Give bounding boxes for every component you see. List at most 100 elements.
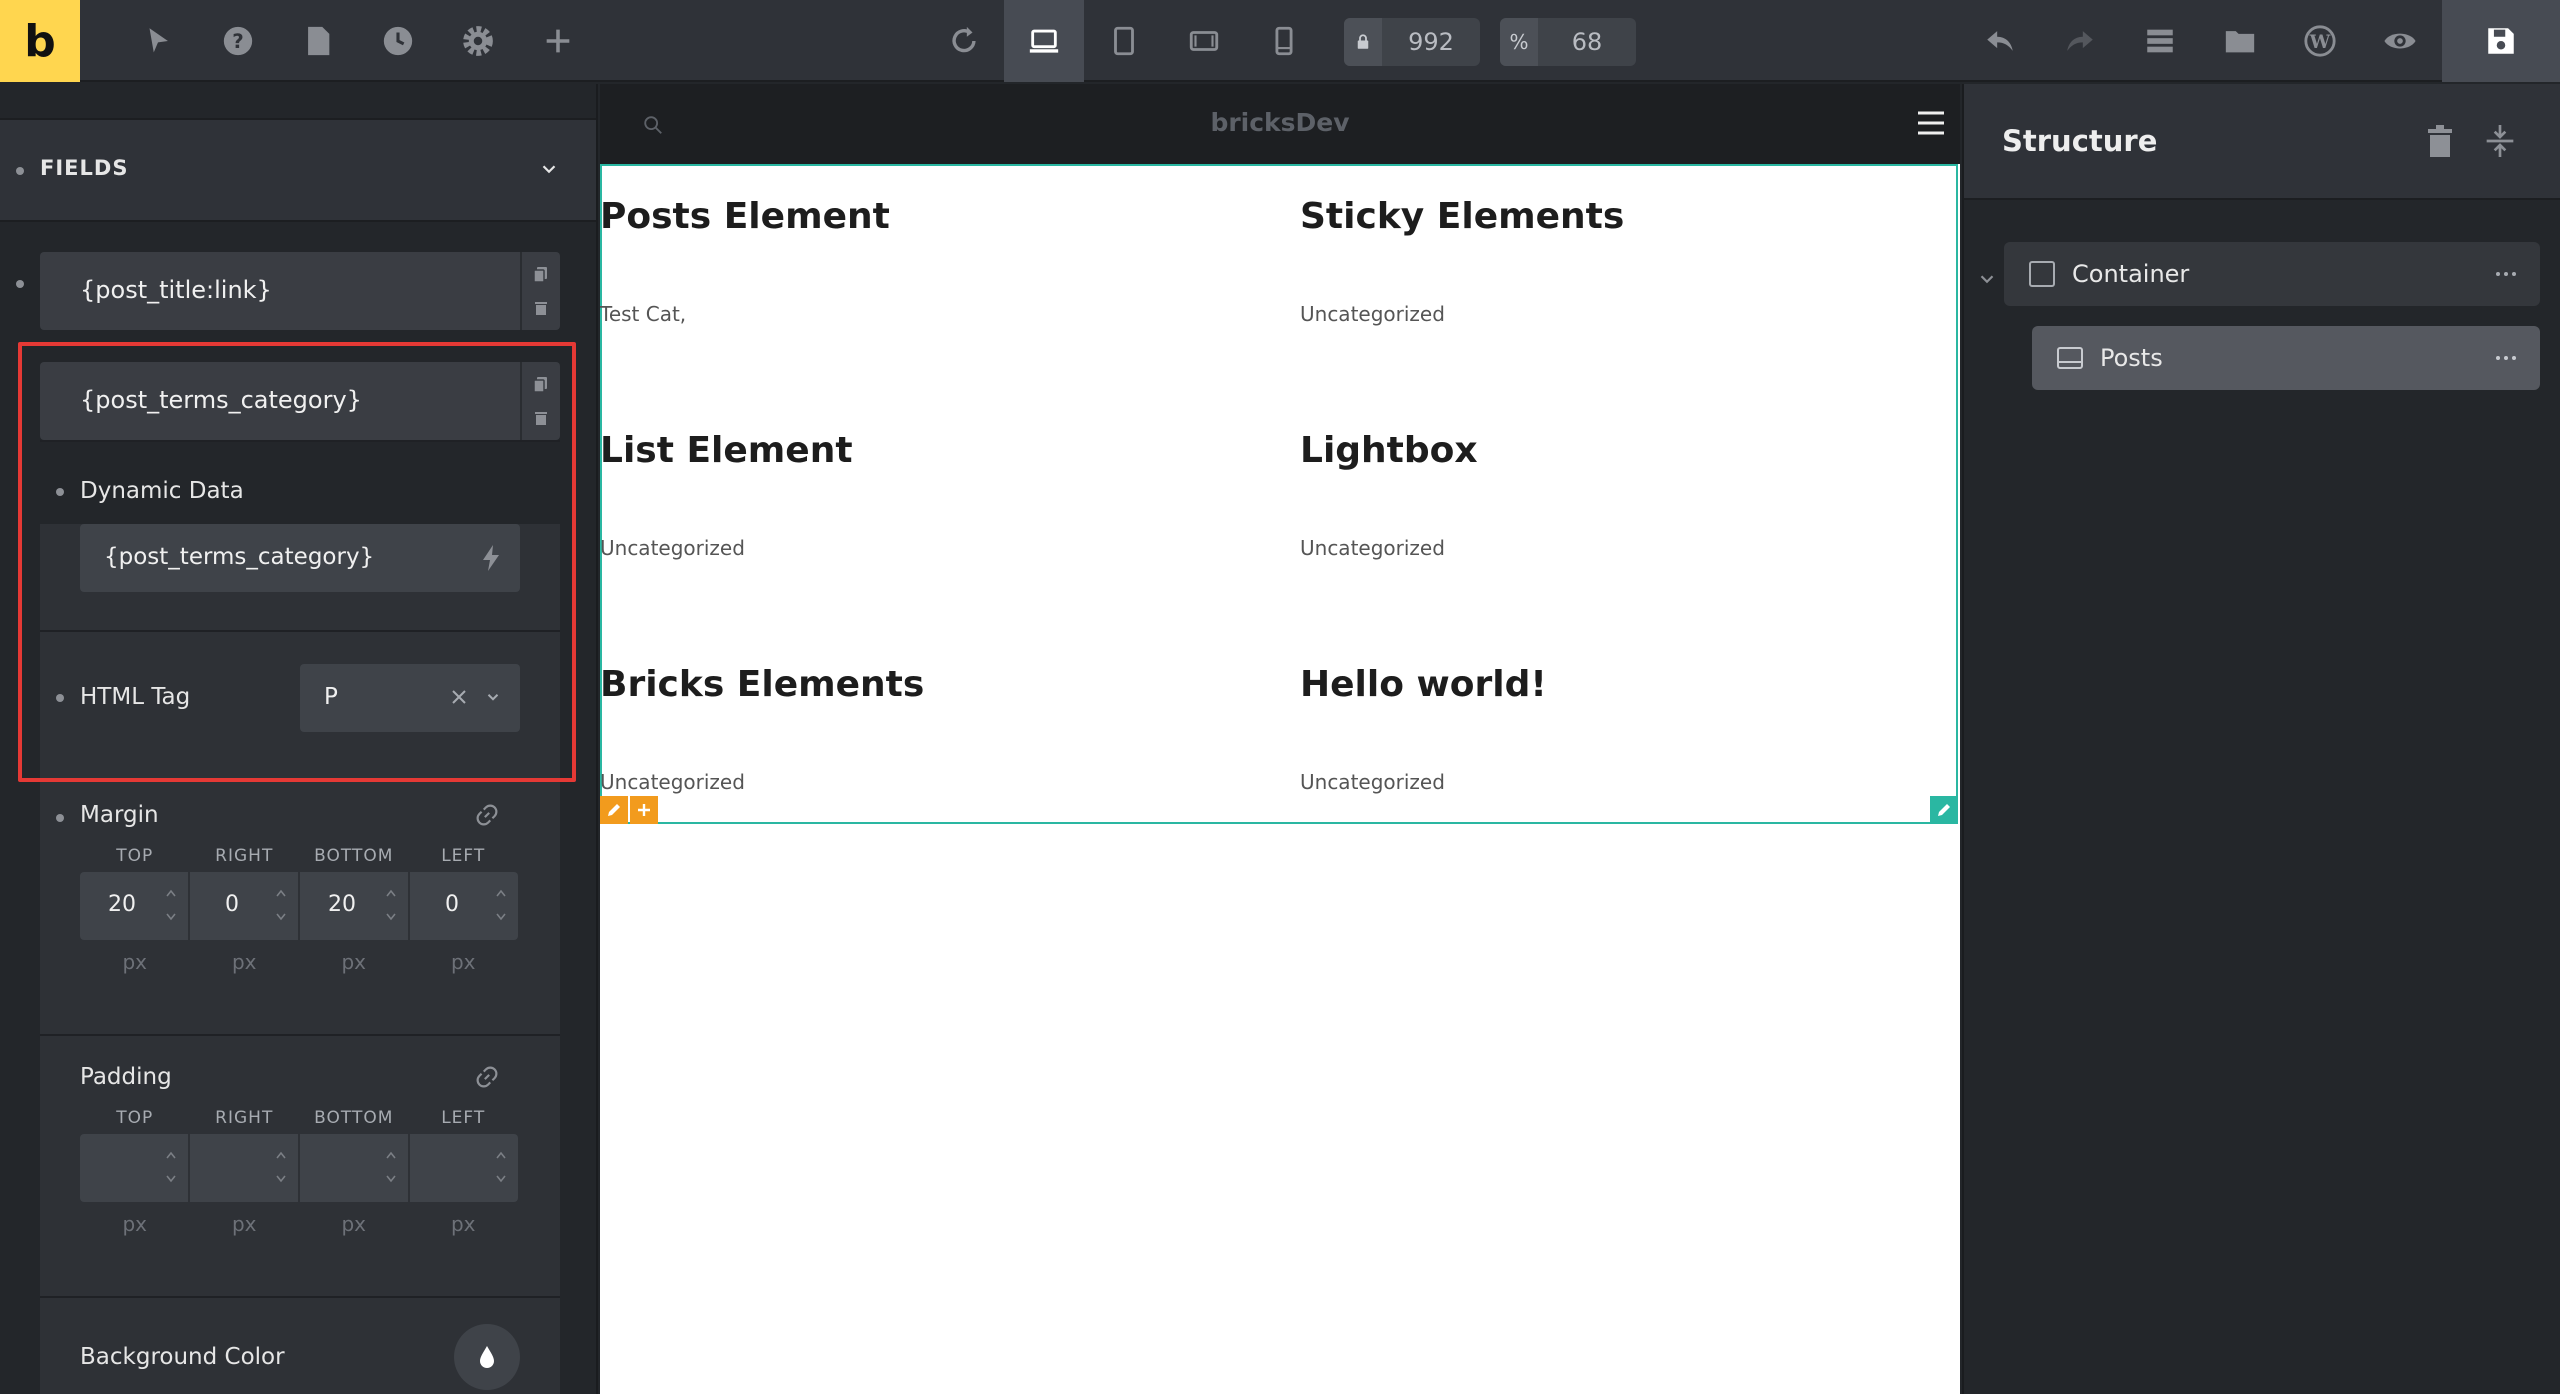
margin-right-input[interactable]: 0 bbox=[190, 872, 300, 940]
structure-header: Structure bbox=[1964, 84, 2560, 200]
color-picker-button[interactable] bbox=[454, 1324, 520, 1390]
builder-canvas[interactable]: bricksDev Posts Element Test Cat, Sticky… bbox=[600, 84, 1960, 1394]
bricks-logo[interactable]: b bbox=[0, 0, 80, 82]
padding-side-label: RIGHT bbox=[215, 1108, 274, 1128]
stepper-icon[interactable] bbox=[384, 1146, 398, 1188]
mobile-icon[interactable] bbox=[1244, 0, 1324, 82]
svg-text:?: ? bbox=[232, 30, 244, 53]
padding-left-input[interactable] bbox=[410, 1134, 518, 1202]
site-header: bricksDev bbox=[600, 84, 1960, 164]
settings-icon[interactable] bbox=[438, 0, 518, 82]
save-icon[interactable] bbox=[2442, 0, 2560, 82]
add-icon[interactable] bbox=[630, 796, 658, 824]
post-category[interactable]: Test Cat, bbox=[600, 302, 686, 326]
link-icon[interactable] bbox=[474, 802, 500, 828]
preview-icon[interactable] bbox=[2360, 0, 2440, 82]
unit-label[interactable]: px bbox=[190, 1212, 300, 1236]
unit-label[interactable]: px bbox=[80, 950, 190, 974]
pointer-icon[interactable] bbox=[118, 0, 198, 82]
post-category[interactable]: Uncategorized bbox=[600, 536, 745, 560]
canvas-width-value[interactable]: 992 bbox=[1382, 28, 1480, 56]
margin-label: Margin bbox=[80, 802, 159, 828]
trash-icon[interactable] bbox=[2426, 124, 2454, 158]
more-icon[interactable] bbox=[2494, 346, 2518, 370]
padding-right-input[interactable] bbox=[190, 1134, 300, 1202]
zoom-field[interactable]: % 68 bbox=[1500, 18, 1636, 66]
post-title[interactable]: Sticky Elements bbox=[1300, 196, 1624, 237]
link-icon[interactable] bbox=[474, 1064, 500, 1090]
post-title[interactable]: Hello world! bbox=[1300, 664, 1547, 705]
structure-node-label: Posts bbox=[2100, 344, 2163, 372]
copy-icon[interactable] bbox=[533, 266, 549, 284]
collapse-icon[interactable] bbox=[2484, 122, 2516, 160]
page-icon[interactable] bbox=[278, 0, 358, 82]
margin-left-input[interactable]: 0 bbox=[410, 872, 518, 940]
stepper-icon[interactable] bbox=[494, 1146, 508, 1188]
stepper-icon[interactable] bbox=[274, 884, 288, 926]
bullet bbox=[56, 814, 64, 822]
stepper-icon[interactable] bbox=[494, 884, 508, 926]
menu-icon[interactable] bbox=[1916, 110, 1946, 136]
undo-icon[interactable] bbox=[1960, 0, 2040, 82]
post-category[interactable]: Uncategorized bbox=[600, 770, 745, 794]
fields-section-header[interactable]: FIELDS bbox=[0, 118, 596, 222]
redo-icon[interactable] bbox=[2040, 0, 2120, 82]
unit-label[interactable]: px bbox=[299, 1212, 409, 1236]
padding-side-label: TOP bbox=[116, 1108, 154, 1128]
unit-label[interactable]: px bbox=[299, 950, 409, 974]
field-item-actions bbox=[520, 252, 560, 330]
post-category[interactable]: Uncategorized bbox=[1300, 770, 1445, 794]
post-title[interactable]: List Element bbox=[600, 430, 853, 471]
stepper-icon[interactable] bbox=[164, 1146, 178, 1188]
post-title[interactable]: Bricks Elements bbox=[600, 664, 924, 705]
edit-icon[interactable] bbox=[600, 796, 628, 824]
padding-side-label: BOTTOM bbox=[314, 1108, 394, 1128]
stepper-icon[interactable] bbox=[274, 1146, 288, 1188]
tablet-portrait-icon[interactable] bbox=[1084, 0, 1164, 82]
margin-side-label: LEFT bbox=[441, 846, 486, 866]
margin-top-input[interactable]: 20 bbox=[80, 872, 190, 940]
desktop-icon[interactable] bbox=[1004, 0, 1084, 82]
lock-icon[interactable] bbox=[1344, 18, 1382, 66]
refresh-icon[interactable] bbox=[924, 0, 1004, 82]
padding-top-input[interactable] bbox=[80, 1134, 190, 1202]
post-title[interactable]: Posts Element bbox=[600, 196, 890, 237]
history-icon[interactable] bbox=[358, 0, 438, 82]
post-title[interactable]: Lightbox bbox=[1300, 430, 1478, 471]
structure-node-posts[interactable]: Posts bbox=[2032, 326, 2540, 390]
zoom-value[interactable]: 68 bbox=[1538, 28, 1636, 56]
margin-side-label: BOTTOM bbox=[314, 846, 394, 866]
tablet-landscape-icon[interactable] bbox=[1164, 0, 1244, 82]
stepper-icon[interactable] bbox=[164, 884, 178, 926]
post-category[interactable]: Uncategorized bbox=[1300, 536, 1445, 560]
templates-icon[interactable] bbox=[2120, 0, 2200, 82]
margin-side-label: RIGHT bbox=[215, 846, 274, 866]
help-icon[interactable]: ? bbox=[198, 0, 278, 82]
structure-title: Structure bbox=[2002, 124, 2158, 158]
post-category[interactable]: Uncategorized bbox=[1300, 302, 1445, 326]
bullet bbox=[16, 167, 24, 175]
edit-icon[interactable] bbox=[1930, 796, 1958, 824]
structure-panel: Structure Container Posts bbox=[1962, 84, 2560, 1394]
add-icon[interactable] bbox=[518, 0, 598, 82]
unit-label[interactable]: px bbox=[409, 1212, 519, 1236]
unit-label[interactable]: px bbox=[409, 950, 519, 974]
structure-node-container[interactable]: Container bbox=[2004, 242, 2540, 306]
site-name[interactable]: bricksDev bbox=[600, 108, 1960, 137]
container-icon bbox=[2028, 260, 2056, 288]
margin-bottom-input[interactable]: 20 bbox=[300, 872, 410, 940]
chevron-down-icon[interactable] bbox=[538, 158, 560, 180]
stepper-icon[interactable] bbox=[384, 884, 398, 926]
unit-label[interactable]: px bbox=[190, 950, 300, 974]
folder-icon[interactable] bbox=[2200, 0, 2280, 82]
field-item-post-title[interactable]: {post_title:link} bbox=[40, 252, 560, 330]
posts-element-selection[interactable] bbox=[600, 164, 1958, 824]
padding-bottom-input[interactable] bbox=[300, 1134, 410, 1202]
chevron-down-icon[interactable] bbox=[1976, 268, 1998, 290]
wordpress-icon[interactable]: W bbox=[2280, 0, 2360, 82]
padding-label: Padding bbox=[80, 1064, 172, 1090]
unit-label[interactable]: px bbox=[80, 1212, 190, 1236]
more-icon[interactable] bbox=[2494, 262, 2518, 286]
trash-icon[interactable] bbox=[534, 300, 548, 316]
canvas-width-field[interactable]: 992 bbox=[1344, 18, 1480, 66]
